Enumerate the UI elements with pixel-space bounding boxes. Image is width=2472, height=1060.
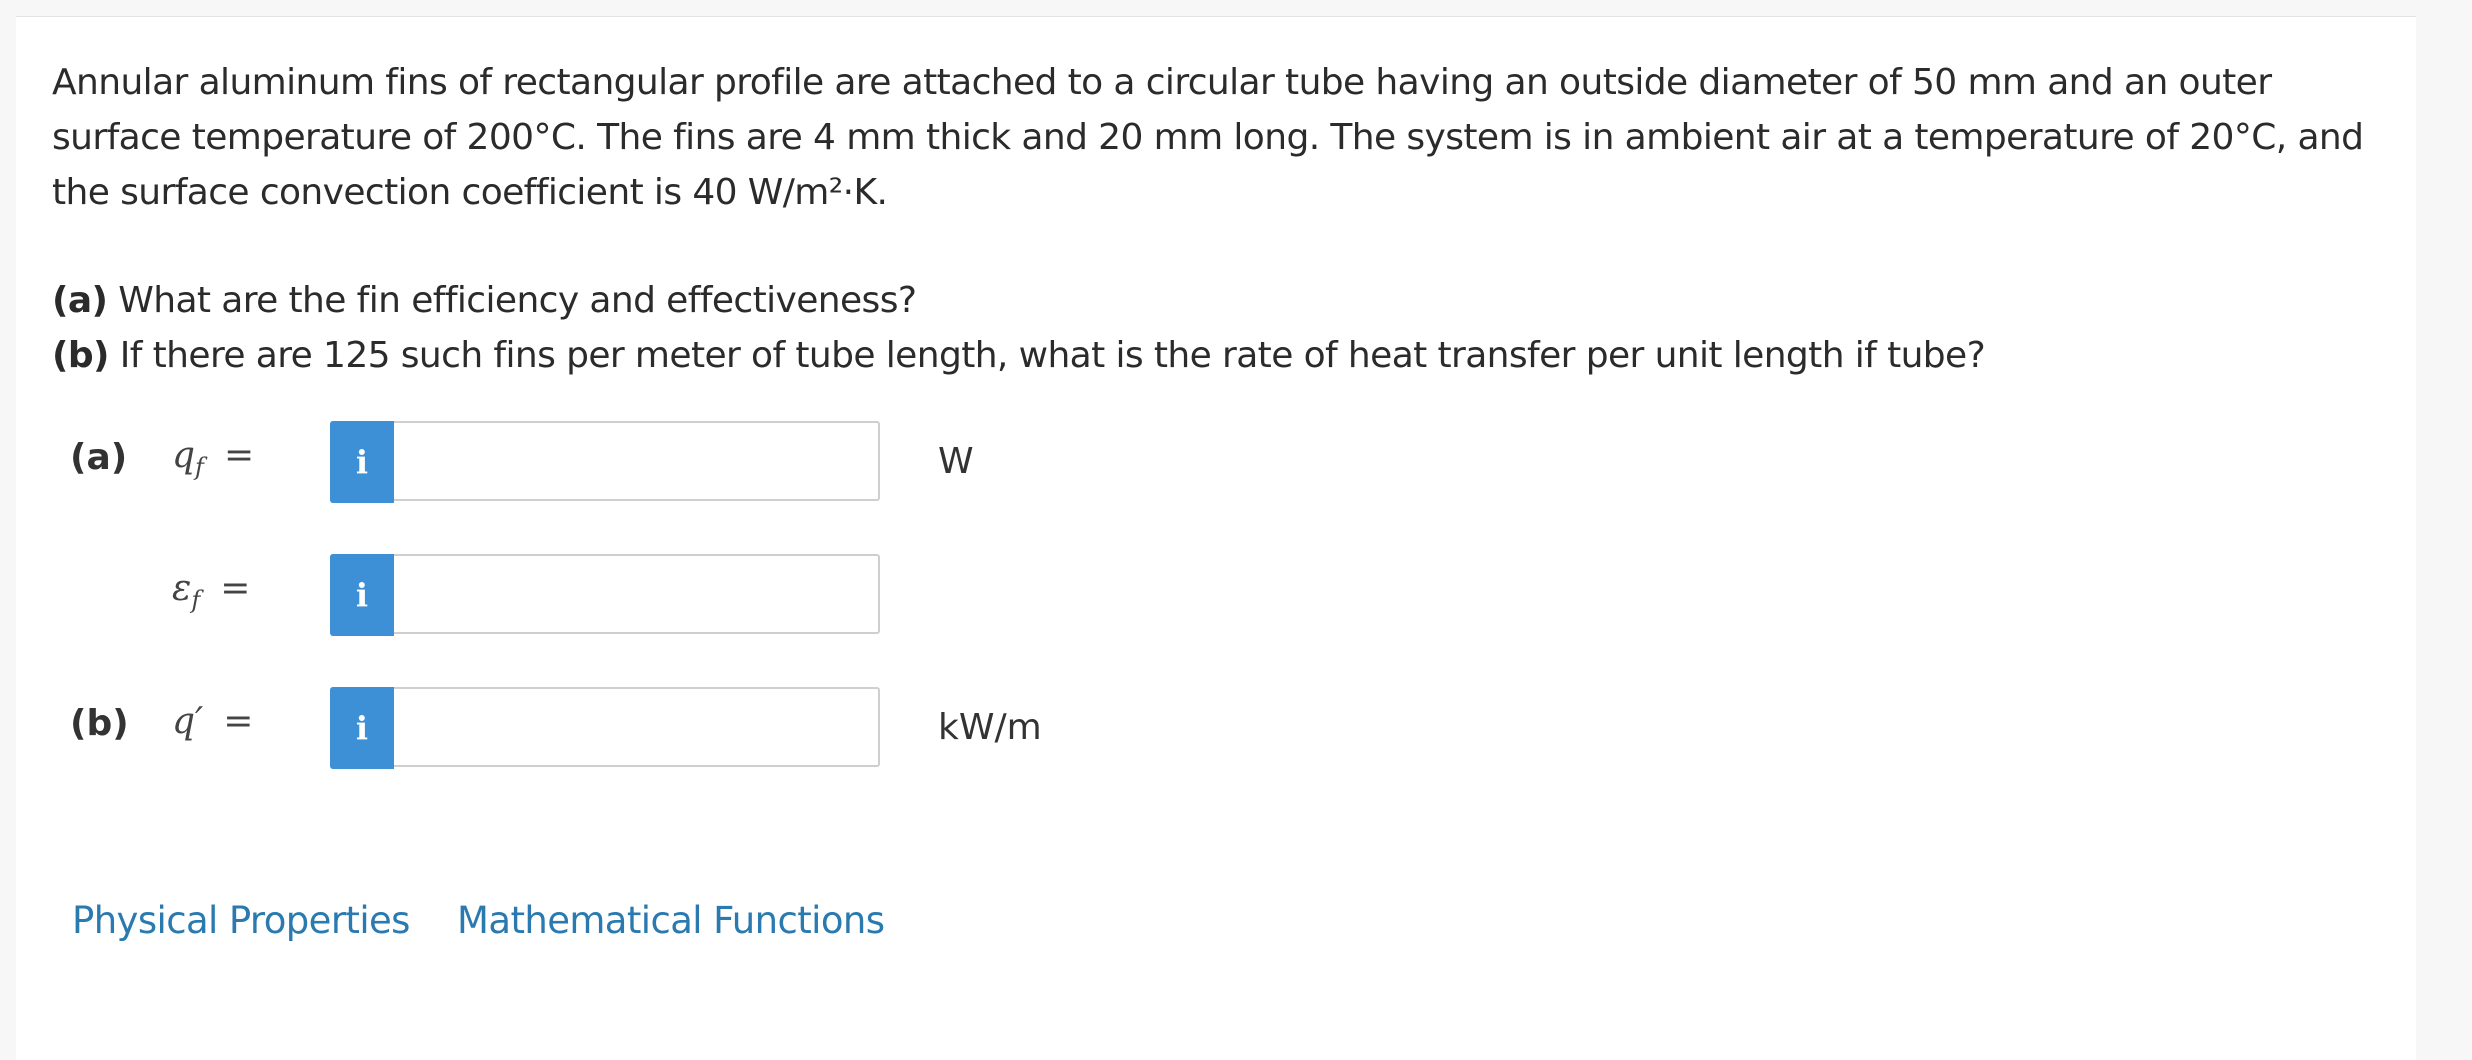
variable-label: εf =: [172, 568, 250, 614]
unit-label: W: [938, 441, 974, 482]
answer-row-qf: (a) qf = i W: [52, 421, 1252, 503]
part-label: (b): [70, 703, 129, 744]
question-b-label: (b): [52, 335, 109, 376]
equals-sign: =: [220, 568, 251, 609]
question-b: (b) If there are 125 such fins per meter…: [52, 328, 2402, 383]
answer-row-qprime: (b) q′ = i kW/m: [52, 687, 1252, 769]
info-icon[interactable]: i: [330, 554, 394, 636]
variable-symbol: ε: [172, 568, 192, 609]
answer-input-group: i: [330, 687, 880, 769]
variable-label: q′ =: [172, 701, 253, 747]
equals-sign: =: [223, 435, 255, 476]
answer-row-epsf: εf = i: [52, 554, 1252, 636]
info-icon[interactable]: i: [330, 421, 394, 503]
answer-input-group: i: [330, 554, 880, 636]
answer-input-qf[interactable]: [394, 423, 878, 499]
question-list: (a) What are the fin efficiency and effe…: [52, 273, 2402, 383]
variable-label: qf =: [172, 435, 254, 481]
question-a: (a) What are the fin efficiency and effe…: [52, 273, 2402, 328]
mathematical-functions-link[interactable]: Mathematical Functions: [457, 899, 885, 942]
physical-properties-link[interactable]: Physical Properties: [72, 899, 410, 942]
resource-links: Physical Properties Mathematical Functio…: [72, 899, 920, 942]
unit-label: kW/m: [938, 707, 1042, 748]
variable-subscript: f: [191, 586, 201, 614]
variable-symbol: q: [172, 435, 196, 476]
question-panel: Annular aluminum fins of rectangular pro…: [16, 16, 2416, 1060]
variable-subscript: f: [195, 453, 204, 481]
question-b-text: If there are 125 such fins per meter of …: [119, 335, 1986, 376]
info-icon[interactable]: i: [330, 687, 394, 769]
part-label: (a): [70, 437, 128, 478]
variable-symbol: q′: [172, 701, 204, 742]
answer-input-group: i: [330, 421, 880, 503]
equals-sign: =: [223, 701, 254, 742]
answer-input-qprime[interactable]: [394, 689, 878, 765]
question-a-text: What are the fin efficiency and effectiv…: [118, 280, 917, 321]
question-a-label: (a): [52, 280, 108, 321]
problem-statement: Annular aluminum fins of rectangular pro…: [52, 62, 2364, 213]
answer-input-epsf[interactable]: [394, 556, 878, 632]
